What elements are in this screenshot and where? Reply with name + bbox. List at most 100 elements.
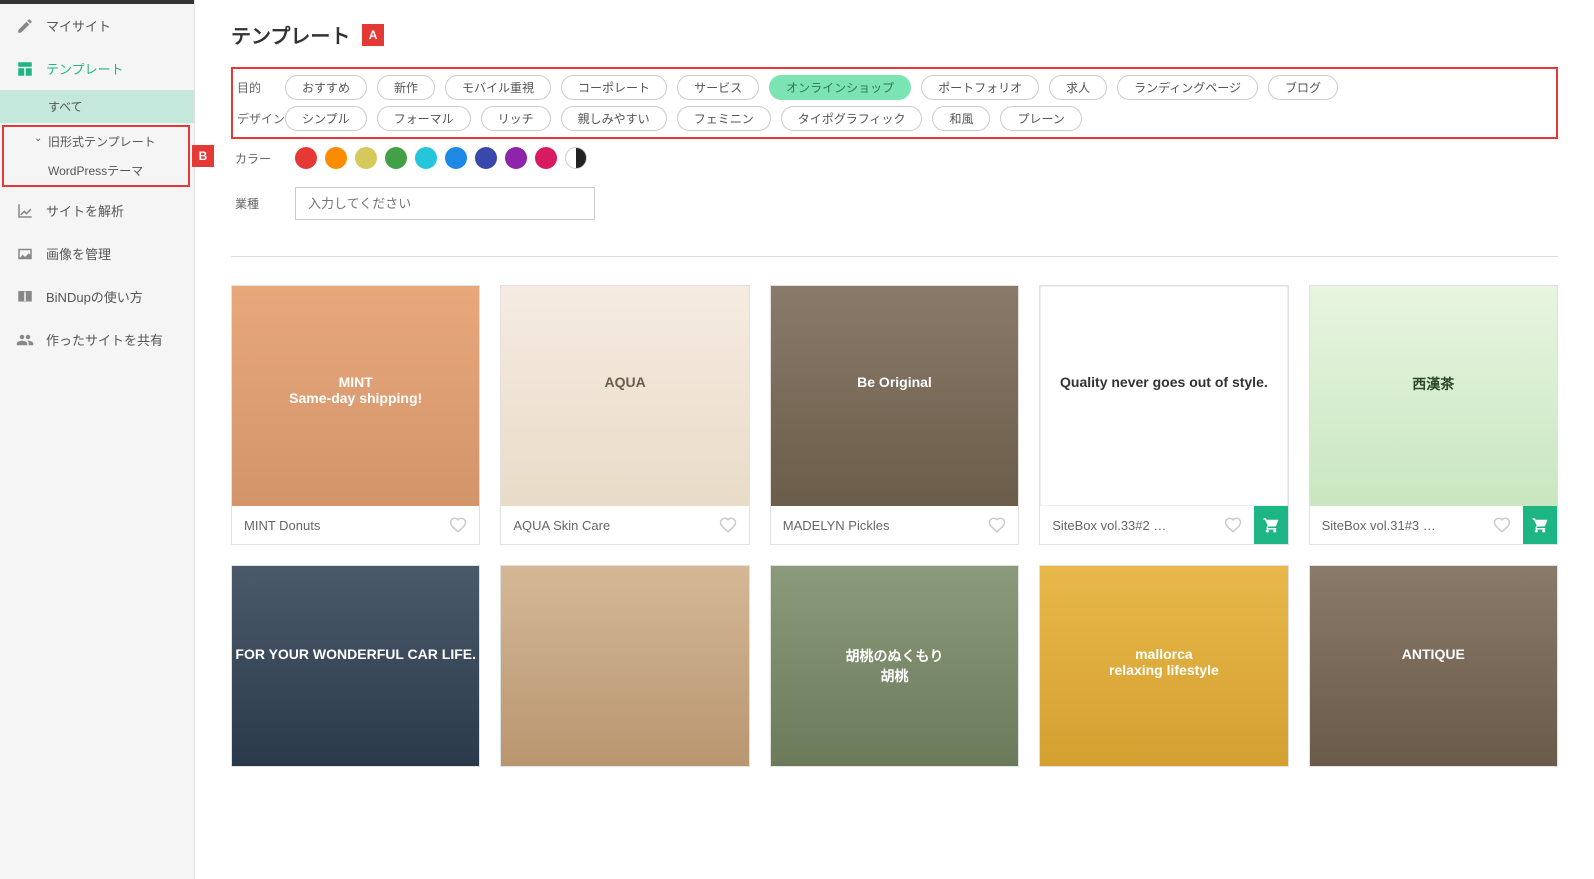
- filter-row-color: カラー: [231, 147, 1558, 169]
- template-card[interactable]: FOR YOUR WONDERFUL CAR LIFE.: [231, 565, 480, 767]
- template-card[interactable]: Be Original MADELYN Pickles: [770, 285, 1019, 545]
- sidebar-item-template[interactable]: テンプレート: [0, 47, 194, 90]
- sidebar-label: 画像を管理: [46, 244, 111, 263]
- template-thumbnail: Be Original: [771, 286, 1018, 506]
- template-card[interactable]: mallorca relaxing lifestyle: [1039, 565, 1288, 767]
- heart-icon[interactable]: [1493, 516, 1511, 534]
- pencil-icon: [16, 17, 34, 35]
- template-grid-row2: FOR YOUR WONDERFUL CAR LIFE. 胡桃のぬくもり 胡桃ma…: [231, 565, 1558, 767]
- filter-pill-purpose[interactable]: サービス: [677, 75, 759, 100]
- filter-label-color: カラー: [231, 150, 295, 167]
- template-thumbnail: mallorca relaxing lifestyle: [1040, 566, 1287, 766]
- sidebar-item-share[interactable]: 作ったサイトを共有: [0, 318, 194, 361]
- template-card[interactable]: Quality never goes out of style. SiteBox …: [1039, 285, 1288, 545]
- filter-pill-purpose[interactable]: コーポレート: [561, 75, 667, 100]
- filter-pill-purpose[interactable]: モバイル重視: [445, 75, 551, 100]
- filter-row-purpose: 目的 おすすめ新作モバイル重視コーポレートサービスオンラインショップポートフォリ…: [233, 75, 1546, 100]
- color-swatch[interactable]: [535, 147, 557, 169]
- filter-pill-design[interactable]: フェミニン: [677, 106, 771, 131]
- template-thumbnail: Quality never goes out of style.: [1040, 286, 1287, 506]
- design-pills: シンプルフォーマルリッチ親しみやすいフェミニンタイポグラフィック和風プレーン: [285, 106, 1082, 131]
- color-swatch[interactable]: [445, 147, 467, 169]
- template-card[interactable]: [500, 565, 749, 767]
- template-thumbnail: ANTIQUE: [1310, 566, 1557, 766]
- template-title: MADELYN Pickles: [783, 518, 980, 533]
- sidebar-label: 作ったサイトを共有: [46, 330, 163, 349]
- template-card[interactable]: ANTIQUE: [1309, 565, 1558, 767]
- filter-label-design: デザイン: [233, 110, 285, 127]
- template-card[interactable]: 胡桃のぬくもり 胡桃: [770, 565, 1019, 767]
- sidebar: マイサイト テンプレート すべて 旧形式テンプレート WordPressテーマ …: [0, 0, 195, 879]
- color-swatch[interactable]: [505, 147, 527, 169]
- sidebar-label: BiNDupの使い方: [46, 287, 143, 306]
- filter-pill-purpose[interactable]: 新作: [377, 75, 435, 100]
- template-card[interactable]: 西漢茶 SiteBox vol.31#3 …: [1309, 285, 1558, 545]
- heart-icon[interactable]: [449, 516, 467, 534]
- color-swatch[interactable]: [355, 147, 377, 169]
- cart-button[interactable]: [1254, 506, 1288, 544]
- filter-pill-purpose[interactable]: オンラインショップ: [769, 75, 911, 100]
- sidebar-sub-wordpress[interactable]: WordPressテーマ: [4, 156, 188, 185]
- filter-pill-purpose[interactable]: ポートフォリオ: [921, 75, 1039, 100]
- filter-row-design: デザイン シンプルフォーマルリッチ親しみやすいフェミニンタイポグラフィック和風プ…: [233, 106, 1546, 131]
- filter-pill-purpose[interactable]: おすすめ: [285, 75, 367, 100]
- filter-pill-purpose[interactable]: ブログ: [1268, 75, 1338, 100]
- chart-icon: [16, 202, 34, 220]
- color-swatch[interactable]: [295, 147, 317, 169]
- sidebar-label: マイサイト: [46, 16, 111, 35]
- sidebar-item-analytics[interactable]: サイトを解析: [0, 189, 194, 232]
- filter-pill-design[interactable]: プレーン: [1000, 106, 1081, 131]
- card-footer: AQUA Skin Care: [501, 506, 748, 544]
- divider: [231, 256, 1558, 257]
- color-swatch[interactable]: [385, 147, 407, 169]
- filter-label-industry: 業種: [231, 195, 295, 212]
- card-footer: MINT Donuts: [232, 506, 479, 544]
- template-card[interactable]: MINT Same-day shipping! MINT Donuts: [231, 285, 480, 545]
- heart-icon[interactable]: [719, 516, 737, 534]
- main-content: テンプレート A 目的 おすすめ新作モバイル重視コーポレートサービスオンラインシ…: [195, 0, 1594, 879]
- template-title: SiteBox vol.31#3 …: [1322, 518, 1485, 533]
- card-footer: MADELYN Pickles: [771, 506, 1018, 544]
- filter-pill-design[interactable]: 親しみやすい: [561, 106, 667, 131]
- filter-pill-design[interactable]: タイポグラフィック: [781, 106, 923, 131]
- sidebar-label: サイトを解析: [46, 201, 124, 220]
- industry-input[interactable]: [295, 187, 595, 220]
- sidebar-item-images[interactable]: 画像を管理: [0, 232, 194, 275]
- filter-pill-design[interactable]: リッチ: [481, 106, 551, 131]
- filter-pill-design[interactable]: シンプル: [285, 106, 367, 131]
- cart-button[interactable]: [1523, 506, 1557, 544]
- color-swatch[interactable]: [325, 147, 347, 169]
- filter-block-annotated: 目的 おすすめ新作モバイル重視コーポレートサービスオンラインショップポートフォリ…: [231, 67, 1558, 139]
- template-title: AQUA Skin Care: [513, 518, 710, 533]
- filter-label-purpose: 目的: [233, 79, 285, 96]
- template-thumbnail: [501, 566, 748, 766]
- filter-pill-design[interactable]: フォーマル: [377, 106, 471, 131]
- page-title: テンプレート: [231, 20, 350, 49]
- template-grid: MINT Same-day shipping!MINT DonutsAQUAAQ…: [231, 285, 1558, 545]
- filter-pill-purpose[interactable]: ランディングページ: [1117, 75, 1258, 100]
- purpose-pills: おすすめ新作モバイル重視コーポレートサービスオンラインショップポートフォリオ求人…: [285, 75, 1338, 100]
- sidebar-sub-all[interactable]: すべて: [0, 90, 194, 123]
- annotation-a-marker: A: [362, 24, 384, 46]
- color-swatch[interactable]: [565, 147, 587, 169]
- color-swatch[interactable]: [475, 147, 497, 169]
- heart-icon[interactable]: [1224, 516, 1242, 534]
- template-thumbnail: MINT Same-day shipping!: [232, 286, 479, 506]
- heart-icon[interactable]: [988, 516, 1006, 534]
- filter-pill-design[interactable]: 和風: [932, 106, 990, 131]
- people-icon: [16, 331, 34, 349]
- template-thumbnail: AQUA: [501, 286, 748, 506]
- filter-pill-purpose[interactable]: 求人: [1049, 75, 1107, 100]
- color-swatch[interactable]: [415, 147, 437, 169]
- template-thumbnail: 西漢茶: [1310, 286, 1557, 506]
- sidebar-sub-old-format[interactable]: 旧形式テンプレート: [4, 127, 188, 156]
- color-swatches: [295, 147, 587, 169]
- template-thumbnail: 胡桃のぬくもり 胡桃: [771, 566, 1018, 766]
- template-card[interactable]: AQUA AQUA Skin Care: [500, 285, 749, 545]
- sidebar-subgroup-annotated: 旧形式テンプレート WordPressテーマ B: [2, 125, 190, 187]
- template-title: SiteBox vol.33#2 …: [1052, 518, 1215, 533]
- sidebar-item-howto[interactable]: BiNDupの使い方: [0, 275, 194, 318]
- filter-row-industry: 業種: [231, 187, 1558, 220]
- template-title: MINT Donuts: [244, 518, 441, 533]
- sidebar-item-mysite[interactable]: マイサイト: [0, 0, 194, 47]
